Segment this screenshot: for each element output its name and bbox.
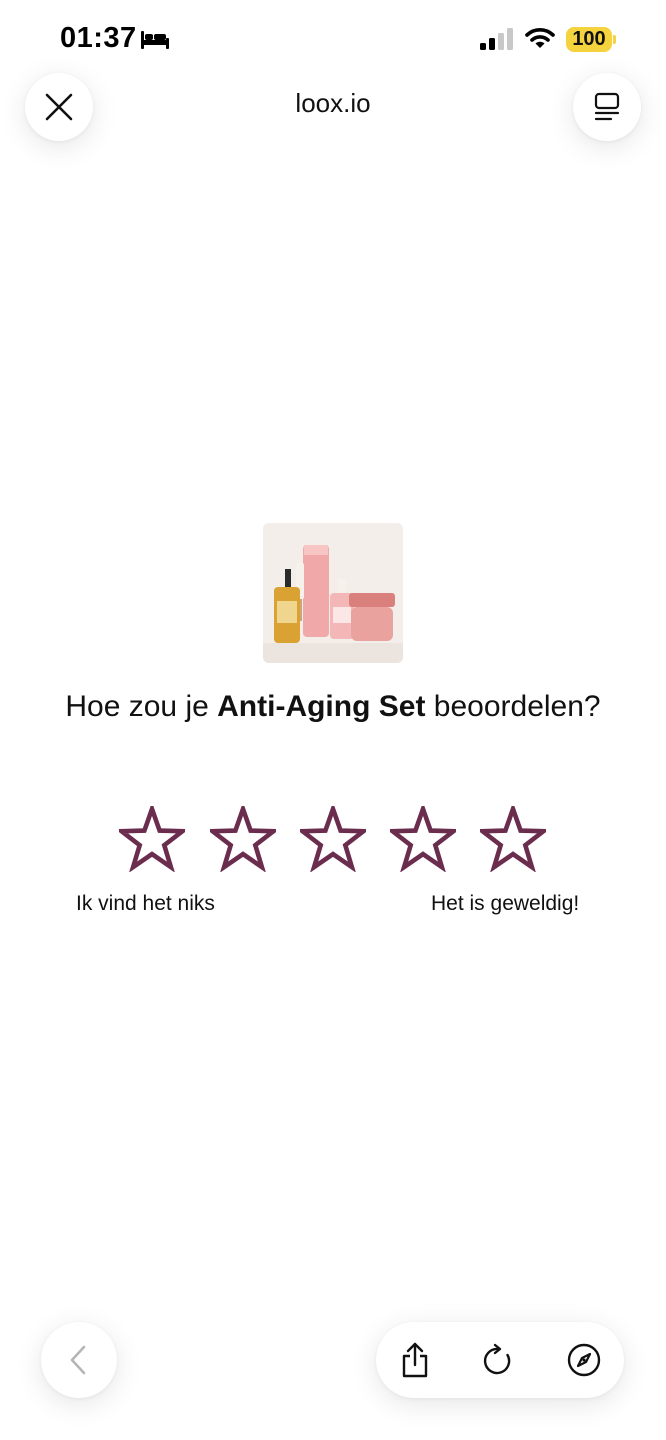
rating-label-high: Het is geweldig! [431,892,580,915]
question-suffix: beoordelen? [425,690,601,723]
rating-label-low: Ik vind het niks [76,892,215,915]
star-4[interactable] [390,806,456,872]
share-icon [402,1342,428,1378]
wifi-icon [525,28,555,48]
signal-icon [480,28,513,50]
compass-icon [567,1343,601,1377]
back-icon [70,1345,86,1375]
product-name: Anti-Aging Set [217,690,426,723]
compass-button[interactable] [562,1338,606,1382]
status-bar: 01:37 100 [0,0,666,72]
question-prefix: Hoe zou je [65,690,218,723]
star-3[interactable] [300,806,366,872]
reload-icon [483,1343,511,1375]
rating-question: Hoe zou je Anti-Aging Set beoordelen? [0,690,666,724]
share-button[interactable] [393,1338,437,1382]
battery-icon: 100 [566,27,612,52]
product-illustration [263,523,403,663]
tabs-button[interactable] [573,73,641,141]
url-bar[interactable]: loox.io [0,88,666,119]
tabs-icon [594,92,620,121]
reload-button[interactable] [476,1338,520,1382]
star-rating [119,806,549,872]
browser-toolbar [376,1322,624,1398]
star-5[interactable] [480,806,546,872]
bed-icon [141,31,169,49]
status-time: 01:37 [60,22,137,54]
star-1[interactable] [119,806,185,872]
product-image [263,523,403,663]
star-2[interactable] [210,806,276,872]
battery-level: 100 [572,28,606,50]
battery-tip [613,35,616,44]
back-button[interactable] [41,1322,117,1398]
